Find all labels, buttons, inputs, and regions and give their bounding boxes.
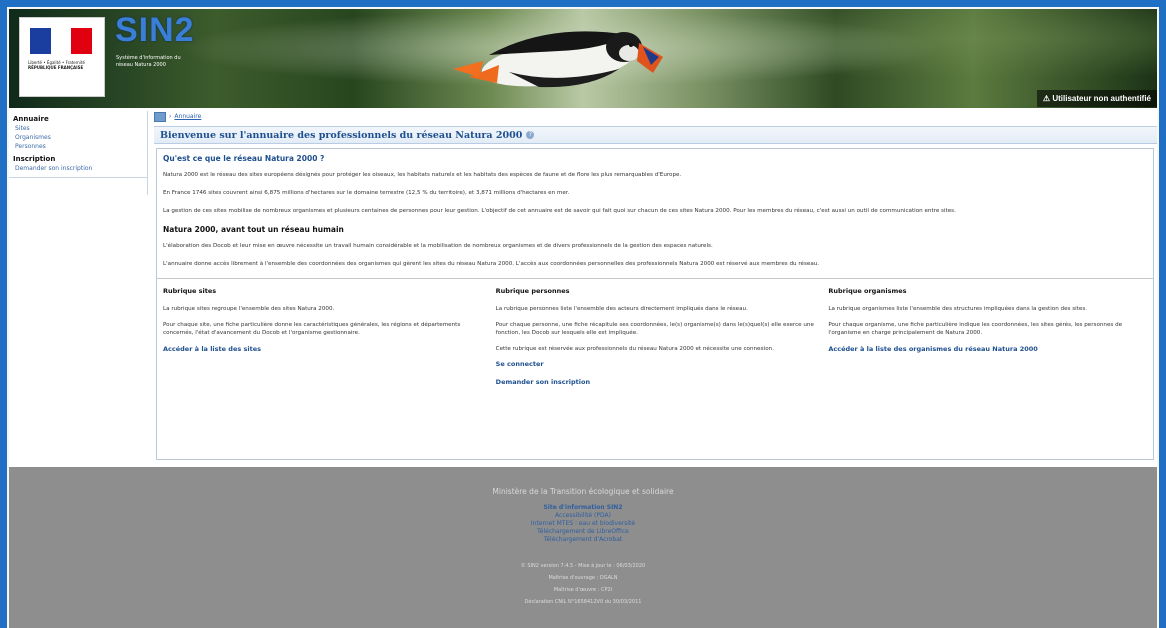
help-icon[interactable]: ? <box>526 131 535 139</box>
rubrique-heading: Rubrique sites <box>163 287 217 295</box>
logo-republique: RÉPUBLIQUE FRANÇAISE <box>28 65 84 70</box>
human-heading: Natura 2000, avant tout un réseau humain <box>163 225 344 234</box>
rubrique-heading: Rubrique personnes <box>495 287 570 295</box>
home-icon[interactable] <box>154 112 166 122</box>
main-content: › Annuaire Bienvenue sur l'annuaire des … <box>154 111 1157 460</box>
rubriques: Rubrique sites La rubrique sites regroup… <box>163 287 1147 396</box>
breadcrumb-arrow-icon: › <box>169 113 172 120</box>
footer-ministry: Ministère de la Transition écologique et… <box>492 487 674 496</box>
footer-link-libreoffice[interactable]: Téléchargement de LibreOffice <box>9 528 1157 536</box>
breadcrumb-annuaire[interactable]: Annuaire <box>174 111 201 123</box>
footer-link-internet-mtes[interactable]: Internet MTES : eau et biodiversité <box>9 520 1157 528</box>
rubrique-text: Pour chaque organisme, une fiche particu… <box>828 321 1123 337</box>
footer-version: © SIN2 version 7.4.5 - Mise à jour le : … <box>520 563 646 569</box>
rubrique-text: La rubrique sites regroupe l'ensemble de… <box>163 306 335 312</box>
footer-link-accessibilite[interactable]: Accessibilité (PDA) <box>9 512 1157 520</box>
footer-link-acrobat[interactable]: Téléchargement d'Acrobat <box>9 536 1157 544</box>
footer-moe: Maîtrise d'œuvre : CP2I <box>553 587 613 593</box>
sidebar-item-organismes[interactable]: Organismes <box>9 133 147 142</box>
rubrique-sites: Rubrique sites La rubrique sites regroup… <box>163 287 482 396</box>
link-se-connecter[interactable]: Se connecter <box>496 360 815 368</box>
sidebar-section-annuaire: Annuaire <box>13 115 49 123</box>
footer-link-site-sin2[interactable]: Site d'information SIN2 <box>9 504 1157 512</box>
rubrique-text: Pour chaque site, une fiche particulière… <box>163 321 461 337</box>
footer: Ministère de la Transition écologique et… <box>9 467 1157 628</box>
link-liste-sites[interactable]: Accéder à la liste des sites <box>163 345 482 353</box>
rubrique-heading: Rubrique organismes <box>828 287 907 295</box>
human-paragraph: L'annuaire donne accès librement à l'ens… <box>163 261 820 267</box>
intro-paragraph: En France 1746 sites couvrent ainsi 6,87… <box>163 190 570 196</box>
app-subtitle: Système d'information du réseau Natura 2… <box>116 55 181 68</box>
sidebar-item-sites[interactable]: Sites <box>9 124 147 133</box>
intro-heading: Qu'est ce que le réseau Natura 2000 ? <box>163 154 325 163</box>
link-liste-organismes[interactable]: Accéder à la liste des organismes du rés… <box>828 345 1147 353</box>
page: Liberté • Égalité • Fraternité RÉPUBLIQU… <box>9 9 1157 628</box>
page-title-bar: Bienvenue sur l'annuaire des professionn… <box>154 126 1157 144</box>
app-name[interactable]: SIN2 <box>115 11 195 50</box>
rubrique-text: La rubrique personnes liste l'ensemble d… <box>495 306 748 312</box>
intro-paragraph: Natura 2000 est le réseau des sites euro… <box>163 172 682 178</box>
rubrique-text: Pour chaque personne, une fiche récapitu… <box>495 321 814 337</box>
rubrique-organismes: Rubrique organismes La rubrique organism… <box>828 287 1147 396</box>
user-status-badge[interactable]: ⚠ Utilisateur non authentifié <box>1036 90 1157 107</box>
breadcrumb: › Annuaire <box>154 111 1157 123</box>
intro-paragraph: La gestion de ces sites mobilise de nomb… <box>163 208 956 214</box>
flag-icon <box>30 28 93 54</box>
sidebar-section-inscription: Inscription <box>13 155 56 163</box>
divider <box>157 278 1153 279</box>
republique-francaise-logo[interactable]: Liberté • Égalité • Fraternité RÉPUBLIQU… <box>19 17 105 97</box>
link-demander-inscription[interactable]: Demander son inscription <box>496 378 815 386</box>
sidebar: Annuaire Sites Organismes Personnes Insc… <box>9 111 148 195</box>
rubrique-personnes: Rubrique personnes La rubrique personnes… <box>496 287 815 396</box>
sidebar-item-personnes[interactable]: Personnes <box>9 142 147 151</box>
page-title: Bienvenue sur l'annuaire des professionn… <box>160 129 523 141</box>
footer-cnil: Déclaration CNIL N°1658412V0 du 30/03/20… <box>524 599 642 605</box>
human-paragraph: L'élaboration des Docob et leur mise en … <box>163 243 713 249</box>
rubrique-text: Cette rubrique est réservée aux professi… <box>495 345 775 352</box>
banner: Liberté • Égalité • Fraternité RÉPUBLIQU… <box>9 9 1157 108</box>
footer-moa: Maîtrise d'ouvrage : DGALN <box>548 575 618 581</box>
puffin-illustration <box>453 31 663 88</box>
rubrique-text: La rubrique organismes liste l'ensemble … <box>828 306 1088 312</box>
user-icon: ⚠ <box>1042 94 1053 103</box>
sidebar-item-demander-inscription[interactable]: Demander son inscription <box>9 164 147 173</box>
content-panel: Qu'est ce que le réseau Natura 2000 ? Na… <box>156 148 1154 460</box>
